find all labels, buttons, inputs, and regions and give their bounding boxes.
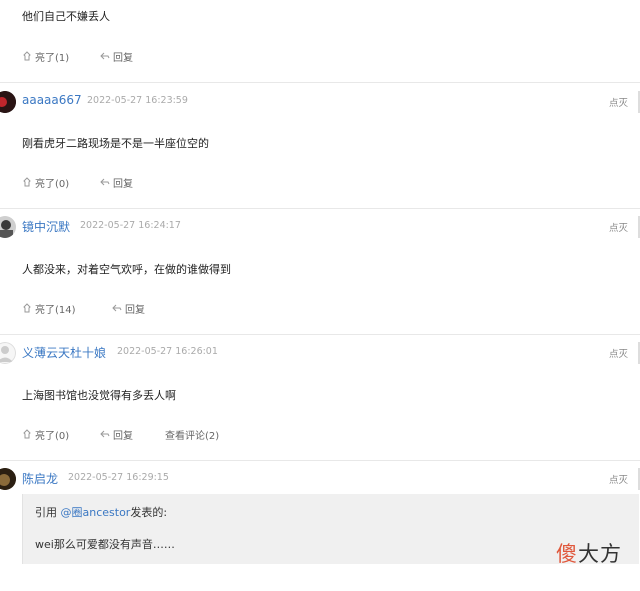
comment-text: 他们自己不嫌丢人 <box>22 10 110 23</box>
like-label: 亮了(0) <box>35 179 70 190</box>
quote-block: 引用 @圈ancestor发表的: wei那么可爱都没有声音…… <box>22 494 639 564</box>
report-link[interactable]: 点灭 <box>609 346 628 360</box>
like-button[interactable]: 亮了(14) <box>22 301 76 316</box>
avatar[interactable] <box>0 216 16 238</box>
view-replies-link[interactable]: 查看评论(2) <box>165 427 219 442</box>
reply-button[interactable]: 回复 <box>100 49 133 64</box>
quote-mention-link[interactable]: @圈ancestor <box>61 506 131 519</box>
username[interactable]: 镜中沉默 <box>22 218 70 235</box>
avatar[interactable] <box>0 91 16 113</box>
thumbs-up-icon <box>22 51 32 62</box>
reply-arrow-icon <box>112 303 122 314</box>
reply-label: 回复 <box>125 305 145 316</box>
timestamp: 2022-05-27 16:29:15 <box>68 472 169 483</box>
avatar[interactable] <box>0 342 16 364</box>
watermark-text: 大方 <box>578 542 622 566</box>
comment-header: 镜中沉默 2022-05-27 16:24:17 点灭 <box>0 216 640 238</box>
comment-item: 他们自己不嫌丢人 亮了(1) 回复 <box>0 0 640 83</box>
quote-header: 引用 @圈ancestor发表的: <box>35 504 167 520</box>
reply-arrow-icon <box>100 177 110 188</box>
comment-item: 义薄云天杜十娘 2022-05-27 16:26:01 点灭 上海图书馆也没觉得… <box>0 335 640 461</box>
comment-header: 义薄云天杜十娘 2022-05-27 16:26:01 点灭 <box>0 342 640 364</box>
like-button[interactable]: 亮了(0) <box>22 427 69 442</box>
report-link[interactable]: 点灭 <box>609 220 628 234</box>
comment-header: aaaaa667 2022-05-27 16:23:59 点灭 <box>0 91 640 113</box>
view-replies-label: 查看评论(2) <box>165 431 220 442</box>
quote-prefix: 引用 <box>35 506 61 519</box>
reply-label: 回复 <box>113 431 133 442</box>
reply-button[interactable]: 回复 <box>100 427 133 442</box>
timestamp: 2022-05-27 16:24:17 <box>80 220 181 231</box>
avatar[interactable] <box>0 468 16 490</box>
reply-arrow-icon <box>100 51 110 62</box>
like-label: 亮了(0) <box>35 431 70 442</box>
watermark-char: 傻 <box>556 542 578 566</box>
thumbs-up-icon <box>22 177 32 188</box>
thumbs-up-icon <box>22 303 32 314</box>
comment-item: 镜中沉默 2022-05-27 16:24:17 点灭 人都没来，对着空气欢呼，… <box>0 209 640 335</box>
quote-suffix: 发表的: <box>130 506 168 519</box>
comment-header: 陈启龙 2022-05-27 16:29:15 点灭 <box>0 468 640 490</box>
report-link[interactable]: 点灭 <box>609 472 628 486</box>
watermark-logo: 傻大方 <box>556 538 622 568</box>
reply-arrow-icon <box>100 429 110 440</box>
reply-button[interactable]: 回复 <box>112 301 145 316</box>
username[interactable]: 陈启龙 <box>22 470 58 487</box>
comment-text: 人都没来，对着空气欢呼，在做的谁做得到 <box>22 263 231 276</box>
quote-text: wei那么可爱都没有声音…… <box>35 538 175 551</box>
username[interactable]: 义薄云天杜十娘 <box>22 344 106 361</box>
report-link[interactable]: 点灭 <box>609 95 628 109</box>
reply-label: 回复 <box>113 53 133 64</box>
comment-item: aaaaa667 2022-05-27 16:23:59 点灭 刚看虎牙二路现场… <box>0 83 640 209</box>
comment-text: 刚看虎牙二路现场是不是一半座位空的 <box>22 137 209 150</box>
reply-label: 回复 <box>113 179 133 190</box>
thumbs-up-icon <box>22 429 32 440</box>
like-button[interactable]: 亮了(1) <box>22 49 69 64</box>
timestamp: 2022-05-27 16:23:59 <box>87 95 188 106</box>
reply-button[interactable]: 回复 <box>100 175 133 190</box>
like-label: 亮了(1) <box>35 53 70 64</box>
timestamp: 2022-05-27 16:26:01 <box>117 346 218 357</box>
comment-text: 上海图书馆也没觉得有多丢人啊 <box>22 389 176 402</box>
username[interactable]: aaaaa667 <box>22 93 82 107</box>
like-label: 亮了(14) <box>35 305 76 316</box>
like-button[interactable]: 亮了(0) <box>22 175 69 190</box>
